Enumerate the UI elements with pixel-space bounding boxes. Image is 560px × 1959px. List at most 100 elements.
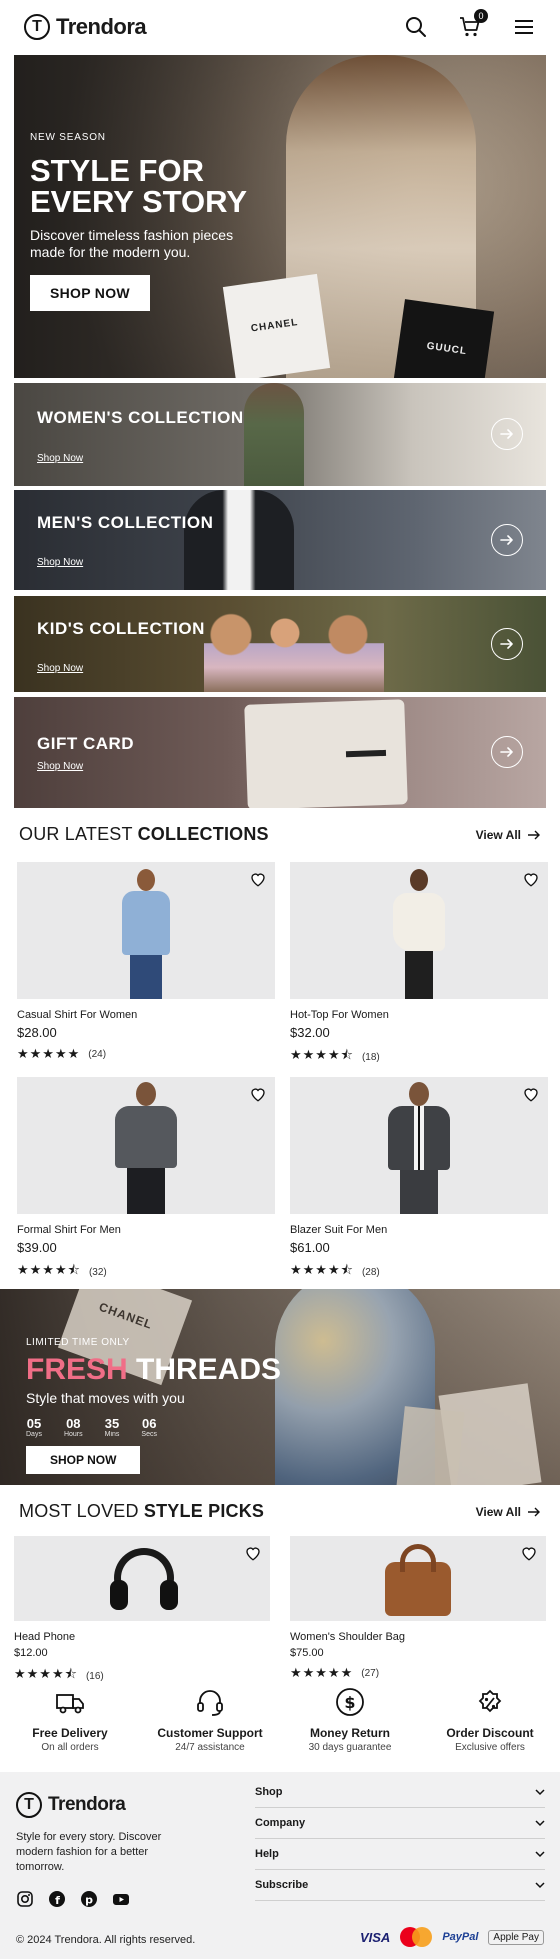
arrow-right-icon[interactable] [491, 736, 523, 768]
product-image[interactable] [290, 862, 548, 999]
promo-bag-image [395, 1406, 465, 1485]
hot-top-model [389, 869, 449, 999]
arrow-right-icon[interactable] [491, 628, 523, 660]
product-image[interactable] [290, 1536, 546, 1621]
footer-tagline: Style for every story. Discover modern f… [16, 1831, 162, 1873]
hero-banner: CHANEL GUUCL NEW SEASON STYLE FOR EVERY … [14, 55, 546, 378]
womens-collection-banner[interactable]: WOMEN'S COLLECTION Shop Now [14, 383, 546, 486]
product-card[interactable]: Formal Shirt For Men $39.00 ★★★★⯪ (32) [17, 1077, 275, 1283]
product-image[interactable] [14, 1536, 270, 1621]
countdown-days: 05 Days [26, 1416, 42, 1438]
kids-collection-banner[interactable]: KID'S COLLECTION Shop Now [14, 596, 546, 692]
header: T Trendora 0 [0, 0, 560, 54]
feature-subtitle: On all orders [41, 1742, 99, 1753]
social-links: f p [16, 1890, 130, 1908]
product-name[interactable]: Formal Shirt For Men [17, 1224, 275, 1236]
bag-label: GUUCL [425, 340, 468, 358]
payment-methods: VISA PayPal Apple Pay [360, 1927, 544, 1947]
hero-eyebrow: NEW SEASON [30, 132, 106, 143]
collection-shop-now-link[interactable]: Shop Now [37, 453, 83, 464]
gift-card-banner[interactable]: GIFT CARD Shop Now [14, 697, 546, 808]
collection-shop-now-link[interactable]: Shop Now [37, 663, 83, 674]
rating-stars: ★★★★★ [17, 1046, 81, 1061]
product-price: $61.00 [290, 1240, 330, 1255]
product-card[interactable]: Casual Shirt For Women $28.00 ★★★★★ (24) [17, 862, 275, 1062]
feature-customer-support: Customer Support 24/7 assistance [140, 1686, 280, 1753]
countdown-timer: 05 Days 08 Hours 35 Mins 06 Secs [26, 1416, 281, 1438]
product-name[interactable]: Hot-Top For Women [290, 1009, 548, 1021]
cart-icon[interactable]: 0 [458, 9, 488, 39]
product-name[interactable]: Casual Shirt For Women [17, 1009, 275, 1021]
promo-shop-now-button[interactable]: SHOP NOW [26, 1446, 141, 1474]
product-rating: ★★★★⯪ (32) [17, 1261, 275, 1283]
heart-icon[interactable] [249, 1085, 267, 1103]
heart-icon[interactable] [522, 1085, 540, 1103]
product-card[interactable]: Head Phone $12.00 ★★★★⯪ (16) [14, 1536, 270, 1687]
rating-stars: ★★★★⯪ [290, 1047, 354, 1062]
apple-pay-icon: Apple Pay [488, 1929, 544, 1945]
countdown-secs: 06 Secs [141, 1416, 157, 1438]
product-name[interactable]: Head Phone [14, 1631, 270, 1643]
footer-accordion-subscribe[interactable]: Subscribe [255, 1870, 545, 1901]
search-icon[interactable] [404, 15, 428, 39]
menu-icon[interactable] [512, 15, 536, 39]
countdown-hours: 08 Hours [63, 1416, 83, 1438]
mens-collection-banner[interactable]: MEN'S COLLECTION Shop Now [14, 490, 546, 590]
heart-icon[interactable] [249, 870, 267, 888]
collection-title: KID'S COLLECTION [37, 619, 205, 638]
rating-stars: ★★★★⯪ [17, 1262, 81, 1277]
product-price: $75.00 [290, 1647, 324, 1659]
hero-shop-now-button[interactable]: SHOP NOW [30, 275, 150, 311]
promo-eyebrow: LIMITED TIME ONLY [26, 1337, 130, 1348]
svg-text:p: p [85, 1894, 93, 1907]
collection-shop-now-link[interactable]: Shop Now [37, 557, 83, 568]
footer-accordion-shop[interactable]: Shop [255, 1777, 545, 1808]
product-image[interactable] [290, 1077, 548, 1214]
kids-models-image [204, 610, 384, 692]
svg-text:$: $ [344, 1693, 355, 1712]
womens-model-image [244, 383, 304, 486]
view-all-link[interactable]: View All [476, 828, 541, 842]
product-rating: ★★★★★ (27) [290, 1665, 546, 1681]
promo-banner: CHANEL LIMITED TIME ONLY FRESH THREADS S… [0, 1289, 560, 1485]
view-all-link[interactable]: View All [476, 1505, 541, 1519]
hero-bag-black: GUUCL [393, 299, 495, 378]
chevron-down-icon [535, 1820, 545, 1827]
pinterest-icon[interactable]: p [80, 1890, 98, 1908]
collection-shop-now-link[interactable]: Shop Now [37, 761, 83, 772]
product-rating: ★★★★⯪ (28) [290, 1261, 548, 1283]
product-card[interactable]: Hot-Top For Women $32.00 ★★★★⯪ (18) [290, 862, 548, 1068]
mastercard-icon [400, 1927, 433, 1947]
review-count: (16) [85, 1670, 104, 1682]
product-image[interactable] [17, 1077, 275, 1214]
collection-title: WOMEN'S COLLECTION [37, 408, 244, 427]
heart-icon[interactable] [244, 1544, 262, 1562]
facebook-icon[interactable]: f [48, 1890, 66, 1908]
review-count: (27) [361, 1667, 380, 1679]
formal-shirt-model [111, 1082, 181, 1214]
collection-title: GIFT CARD [37, 734, 135, 753]
heart-icon[interactable] [520, 1544, 538, 1562]
arrow-right-icon[interactable] [491, 418, 523, 450]
feature-title: Order Discount [446, 1726, 534, 1740]
footer-logo[interactable]: T Trendora [16, 1792, 126, 1818]
logo[interactable]: T Trendora [24, 14, 147, 40]
product-name[interactable]: Women's Shoulder Bag [290, 1631, 546, 1643]
feature-title: Free Delivery [32, 1726, 108, 1740]
product-card[interactable]: Women's Shoulder Bag $75.00 ★★★★★ (27) [290, 1536, 546, 1681]
instagram-icon[interactable] [16, 1890, 34, 1908]
product-image[interactable] [17, 862, 275, 999]
bag-label: CHANEL [97, 1299, 155, 1332]
dollar-icon: $ [334, 1686, 366, 1718]
bag-label: CHANEL [250, 316, 299, 335]
product-name[interactable]: Blazer Suit For Men [290, 1224, 548, 1236]
mens-model-image [184, 490, 294, 590]
arrow-right-icon[interactable] [491, 524, 523, 556]
youtube-icon[interactable] [112, 1890, 130, 1908]
paypal-icon: PayPal [442, 1931, 479, 1943]
footer-accordion-company[interactable]: Company [255, 1808, 545, 1839]
product-card[interactable]: Blazer Suit For Men $61.00 ★★★★⯪ (28) [290, 1077, 548, 1283]
footer-accordion-help[interactable]: Help [255, 1839, 545, 1870]
heart-icon[interactable] [522, 870, 540, 888]
feature-free-delivery: Free Delivery On all orders [0, 1686, 140, 1753]
